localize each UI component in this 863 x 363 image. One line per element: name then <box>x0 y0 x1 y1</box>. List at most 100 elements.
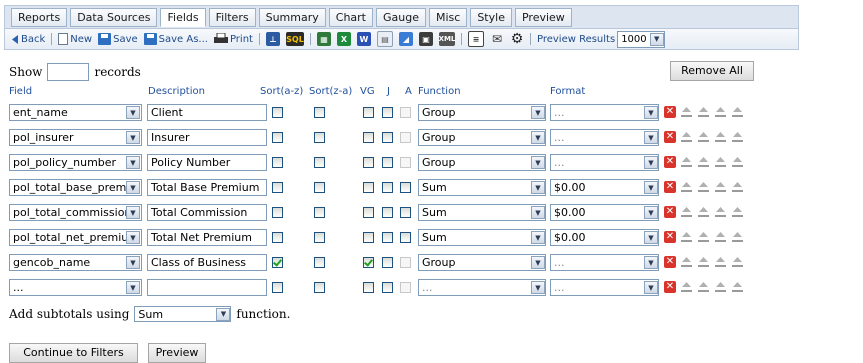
sort-za-checkbox[interactable] <box>314 157 325 168</box>
delete-row-icon[interactable]: ✕ <box>664 206 676 218</box>
move-down-icon[interactable] <box>715 131 726 143</box>
tab-preview[interactable]: Preview <box>514 8 572 27</box>
field-select[interactable]: pol_total_net_premiur ▼ <box>9 229 142 246</box>
remove-all-button[interactable]: Remove All <box>670 61 754 81</box>
function-select[interactable]: Group ▼ <box>418 154 546 171</box>
j-checkbox[interactable] <box>382 107 393 118</box>
print-button[interactable]: Print <box>213 33 253 45</box>
gear-icon[interactable]: ⚙ <box>510 31 524 47</box>
a-checkbox[interactable] <box>400 182 411 193</box>
a-checkbox[interactable] <box>400 207 411 218</box>
delete-row-icon[interactable]: ✕ <box>664 281 676 293</box>
xml-icon[interactable]: XML <box>439 32 455 46</box>
move-down-icon[interactable] <box>715 106 726 118</box>
move-down-icon[interactable] <box>715 231 726 243</box>
back-button[interactable]: Back <box>11 34 45 45</box>
move-up-icon[interactable] <box>698 206 709 218</box>
move-down-icon[interactable] <box>715 206 726 218</box>
delete-row-icon[interactable]: ✕ <box>664 181 676 193</box>
field-select[interactable]: pol_policy_number ▼ <box>9 154 142 171</box>
move-top-icon[interactable] <box>681 281 692 293</box>
tab-filters[interactable]: Filters <box>208 8 256 27</box>
field-select[interactable]: pol_total_base_premiu ▼ <box>9 179 142 196</box>
description-input[interactable]: Total Base Premium <box>147 179 267 196</box>
move-bottom-icon[interactable] <box>732 256 743 268</box>
save-as-button[interactable]: Save As... <box>143 33 208 45</box>
vg-checkbox[interactable] <box>363 207 374 218</box>
sort-az-checkbox[interactable] <box>272 232 283 243</box>
field-select[interactable]: pol_total_commission ▼ <box>9 204 142 221</box>
sort-za-checkbox[interactable] <box>314 257 325 268</box>
preview-button[interactable]: Preview <box>148 343 206 363</box>
description-input[interactable]: Insurer <box>147 129 267 146</box>
vg-checkbox[interactable] <box>363 157 374 168</box>
j-checkbox[interactable] <box>382 182 393 193</box>
sort-za-checkbox[interactable] <box>314 182 325 193</box>
sort-za-checkbox[interactable] <box>314 232 325 243</box>
move-bottom-icon[interactable] <box>732 106 743 118</box>
j-checkbox[interactable] <box>382 207 393 218</box>
new-button[interactable]: New <box>58 33 92 45</box>
records-input[interactable] <box>47 63 90 81</box>
format-select[interactable]: ... ▼ <box>550 154 659 171</box>
description-input[interactable]: Class of Business <box>147 254 267 271</box>
document-icon[interactable]: ▤ <box>376 31 393 47</box>
delete-row-icon[interactable]: ✕ <box>664 156 676 168</box>
move-up-icon[interactable] <box>698 231 709 243</box>
move-down-icon[interactable] <box>715 256 726 268</box>
sort-az-checkbox[interactable] <box>272 257 283 268</box>
move-top-icon[interactable] <box>681 131 692 143</box>
move-bottom-icon[interactable] <box>732 281 743 293</box>
vg-checkbox[interactable] <box>363 132 374 143</box>
function-select[interactable]: Group ▼ <box>418 104 546 121</box>
function-select[interactable]: Sum ▼ <box>418 229 546 246</box>
move-down-icon[interactable] <box>715 156 726 168</box>
description-input[interactable]: Client <box>147 104 267 121</box>
description-input[interactable] <box>147 279 267 296</box>
field-select[interactable]: pol_insurer ▼ <box>9 129 142 146</box>
function-select[interactable]: Sum ▼ <box>418 204 546 221</box>
tab-chart[interactable]: Chart <box>328 8 373 27</box>
tab-gauge[interactable]: Gauge <box>376 8 426 27</box>
move-up-icon[interactable] <box>698 156 709 168</box>
j-checkbox[interactable] <box>382 282 393 293</box>
function-select[interactable]: Group ▼ <box>418 129 546 146</box>
csv-icon[interactable]: ▣ <box>418 32 433 46</box>
description-input[interactable]: Total Commission <box>147 204 267 221</box>
move-top-icon[interactable] <box>681 206 692 218</box>
excel-icon[interactable]: X <box>336 32 351 46</box>
description-input[interactable]: Policy Number <box>147 154 267 171</box>
delete-row-icon[interactable]: ✕ <box>664 106 676 118</box>
hierarchy-icon[interactable]: ⊥ <box>265 32 280 46</box>
sort-za-checkbox[interactable] <box>314 207 325 218</box>
tab-reports[interactable]: Reports <box>11 8 68 27</box>
format-select[interactable]: ... ▼ <box>550 104 659 121</box>
move-top-icon[interactable] <box>681 181 692 193</box>
sort-az-checkbox[interactable] <box>272 132 283 143</box>
move-bottom-icon[interactable] <box>732 156 743 168</box>
move-bottom-icon[interactable] <box>732 181 743 193</box>
j-checkbox[interactable] <box>382 132 393 143</box>
tab-fields[interactable]: Fields <box>160 8 206 27</box>
vg-checkbox[interactable] <box>363 282 374 293</box>
function-select[interactable]: ... ▼ <box>418 279 546 296</box>
format-select[interactable]: ... ▼ <box>550 254 659 271</box>
sort-za-checkbox[interactable] <box>314 282 325 293</box>
move-bottom-icon[interactable] <box>732 206 743 218</box>
j-checkbox[interactable] <box>382 232 393 243</box>
move-top-icon[interactable] <box>681 156 692 168</box>
sort-az-checkbox[interactable] <box>272 107 283 118</box>
move-up-icon[interactable] <box>698 256 709 268</box>
function-select[interactable]: Group ▼ <box>418 254 546 271</box>
format-select[interactable]: ... ▼ <box>550 129 659 146</box>
format-select[interactable]: $0.00 ▼ <box>550 204 659 221</box>
spreadsheet-icon[interactable]: ▦ <box>316 32 331 46</box>
mail-icon[interactable]: ✉ <box>490 32 504 46</box>
list-icon[interactable]: ≡ <box>467 31 484 47</box>
sort-za-checkbox[interactable] <box>314 132 325 143</box>
move-bottom-icon[interactable] <box>732 131 743 143</box>
move-up-icon[interactable] <box>698 181 709 193</box>
delete-row-icon[interactable]: ✕ <box>664 256 676 268</box>
preview-results-select[interactable]: 1000 ▼ <box>617 30 665 48</box>
tab-summary[interactable]: Summary <box>258 8 326 27</box>
